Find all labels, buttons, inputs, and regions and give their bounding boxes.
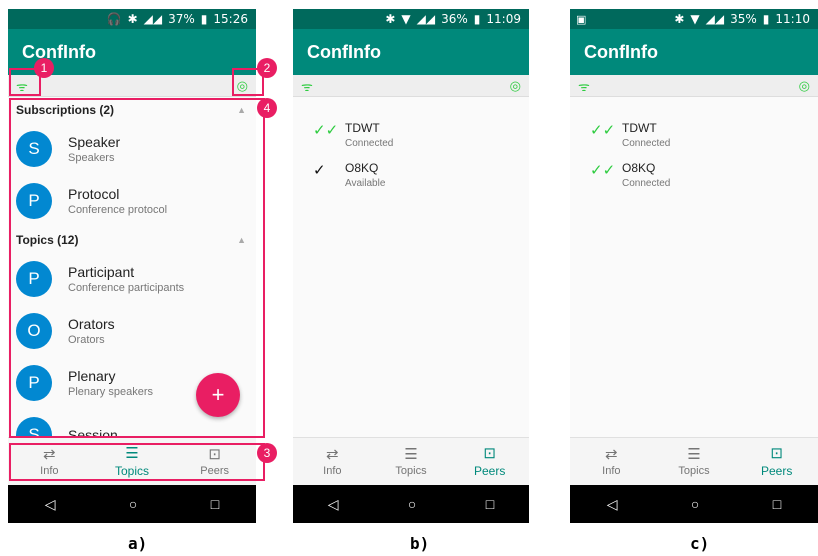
peer-status: Connected xyxy=(622,178,671,189)
image-notification-icon: ▣ xyxy=(576,12,587,26)
home-icon[interactable]: ○ xyxy=(691,496,699,512)
recents-icon[interactable]: □ xyxy=(773,496,781,512)
peers-list: ✓✓ TDWT Connected ✓✓ O8KQ Connected xyxy=(570,97,818,437)
wifi-icon[interactable]: ᯤ xyxy=(578,77,590,95)
highlight-box-bottom-nav xyxy=(9,443,265,481)
back-icon[interactable]: ◁ xyxy=(45,496,56,513)
peer-item[interactable]: ✓✓ TDWT Connected xyxy=(293,121,529,149)
home-icon[interactable]: ○ xyxy=(129,496,137,512)
peer-name: O8KQ xyxy=(622,161,656,175)
status-bar: 🎧 ✱ ◢◢ 37% ▮ 15:26 xyxy=(8,9,256,29)
back-icon[interactable]: ◁ xyxy=(328,496,339,513)
nav-peers[interactable]: ⊡ Peers xyxy=(450,438,529,485)
connection-status-row: ᯤ ◎ xyxy=(570,75,818,97)
clock: 15:26 xyxy=(213,12,248,26)
double-check-icon: ✓✓ xyxy=(590,122,616,139)
swap-arrows-icon: ⇄ xyxy=(605,445,618,463)
phone-b-peers-screen: ✱ ▼ ◢◢ 36% ▮ 11:09 ConfInfo ᯤ ◎ ✓✓ TDWT C… xyxy=(293,9,529,523)
nav-topics[interactable]: ☰ Topics xyxy=(653,438,736,485)
caption-b: b) xyxy=(410,534,430,553)
badge-3: 3 xyxy=(257,443,277,463)
peer-item[interactable]: ✓✓ TDWT Connected xyxy=(570,121,818,149)
battery-level: 36% xyxy=(441,12,468,26)
signal-icon: ◢◢ xyxy=(705,12,725,26)
system-navigation-bar: ◁ ○ □ xyxy=(570,485,818,523)
recents-icon[interactable]: □ xyxy=(211,496,219,512)
badge-1: 1 xyxy=(34,58,54,78)
wifi-status-icon: ▼ xyxy=(401,12,411,26)
bottom-navigation: ⇄ Info ☰ Topics ⊡ Peers xyxy=(570,437,818,485)
caption-a: a) xyxy=(128,534,148,553)
devices-icon: ⊡ xyxy=(770,444,783,462)
status-bar: ✱ ▼ ◢◢ 36% ▮ 11:09 xyxy=(293,9,529,29)
highlight-box-content xyxy=(9,98,265,438)
nav-info-label: Info xyxy=(602,464,621,477)
bottom-navigation: ⇄ Info ☰ Topics ⊡ Peers xyxy=(293,437,529,485)
back-icon[interactable]: ◁ xyxy=(607,496,618,513)
caption-c: c) xyxy=(690,534,710,553)
battery-icon: ▮ xyxy=(473,12,481,26)
signal-icon: ◢◢ xyxy=(416,12,436,26)
broadcast-icon[interactable]: ◎ xyxy=(510,78,521,94)
signal-icon: ◢◢ xyxy=(143,12,163,26)
devices-icon: ⊡ xyxy=(483,444,496,462)
badge-4: 4 xyxy=(257,98,277,118)
nav-peers-label: Peers xyxy=(474,463,506,478)
list-icon: ☰ xyxy=(404,445,418,463)
home-icon[interactable]: ○ xyxy=(408,496,416,512)
wifi-status-icon: ▼ xyxy=(690,12,700,26)
check-icon: ✓ xyxy=(313,162,326,179)
clock: 11:10 xyxy=(775,12,810,26)
recents-icon[interactable]: □ xyxy=(486,496,494,512)
bluetooth-icon: ✱ xyxy=(674,12,685,26)
swap-arrows-icon: ⇄ xyxy=(326,445,339,463)
bluetooth-icon: ✱ xyxy=(127,12,138,26)
nav-peers-label: Peers xyxy=(761,463,793,478)
nav-topics-label: Topics xyxy=(395,464,427,477)
peer-status: Available xyxy=(345,178,386,189)
list-icon: ☰ xyxy=(687,445,701,463)
battery-level: 37% xyxy=(168,12,195,26)
battery-icon: ▮ xyxy=(762,12,770,26)
nav-info[interactable]: ⇄ Info xyxy=(293,438,372,485)
clock: 11:09 xyxy=(486,12,521,26)
peer-name: TDWT xyxy=(345,121,380,135)
bluetooth-icon: ✱ xyxy=(385,12,396,26)
peer-item[interactable]: ✓ O8KQ Available xyxy=(293,161,529,189)
peer-name: TDWT xyxy=(622,121,657,135)
connection-status-row: ᯤ ◎ xyxy=(293,75,529,97)
peer-item[interactable]: ✓✓ O8KQ Connected xyxy=(570,161,818,189)
app-title: ConfInfo xyxy=(570,29,818,75)
connection-status-row: ᯤ ◎ xyxy=(8,75,256,97)
double-check-icon: ✓✓ xyxy=(313,122,339,139)
nav-topics-label: Topics xyxy=(678,464,710,477)
nav-topics[interactable]: ☰ Topics xyxy=(372,438,451,485)
headphones-icon: 🎧 xyxy=(106,12,122,26)
broadcast-icon[interactable]: ◎ xyxy=(799,78,810,94)
phone-c-peers-screen: ▣ ✱ ▼ ◢◢ 35% ▮ 11:10 ConfInfo ᯤ ◎ ✓✓ TDW… xyxy=(570,9,818,523)
nav-info[interactable]: ⇄ Info xyxy=(570,438,653,485)
wifi-icon[interactable]: ᯤ xyxy=(301,77,313,95)
peer-status: Connected xyxy=(345,138,394,149)
badge-2: 2 xyxy=(257,58,277,78)
status-bar: ▣ ✱ ▼ ◢◢ 35% ▮ 11:10 xyxy=(570,9,818,29)
peers-list: ✓✓ TDWT Connected ✓ O8KQ Available xyxy=(293,97,529,437)
system-navigation-bar: ◁ ○ □ xyxy=(8,485,256,523)
system-navigation-bar: ◁ ○ □ xyxy=(293,485,529,523)
peer-status: Connected xyxy=(622,138,671,149)
nav-info-label: Info xyxy=(323,464,342,477)
double-check-icon: ✓✓ xyxy=(590,162,616,179)
app-title: ConfInfo xyxy=(293,29,529,75)
nav-peers[interactable]: ⊡ Peers xyxy=(735,438,818,485)
peer-name: O8KQ xyxy=(345,161,379,175)
battery-icon: ▮ xyxy=(200,12,208,26)
battery-level: 35% xyxy=(730,12,757,26)
